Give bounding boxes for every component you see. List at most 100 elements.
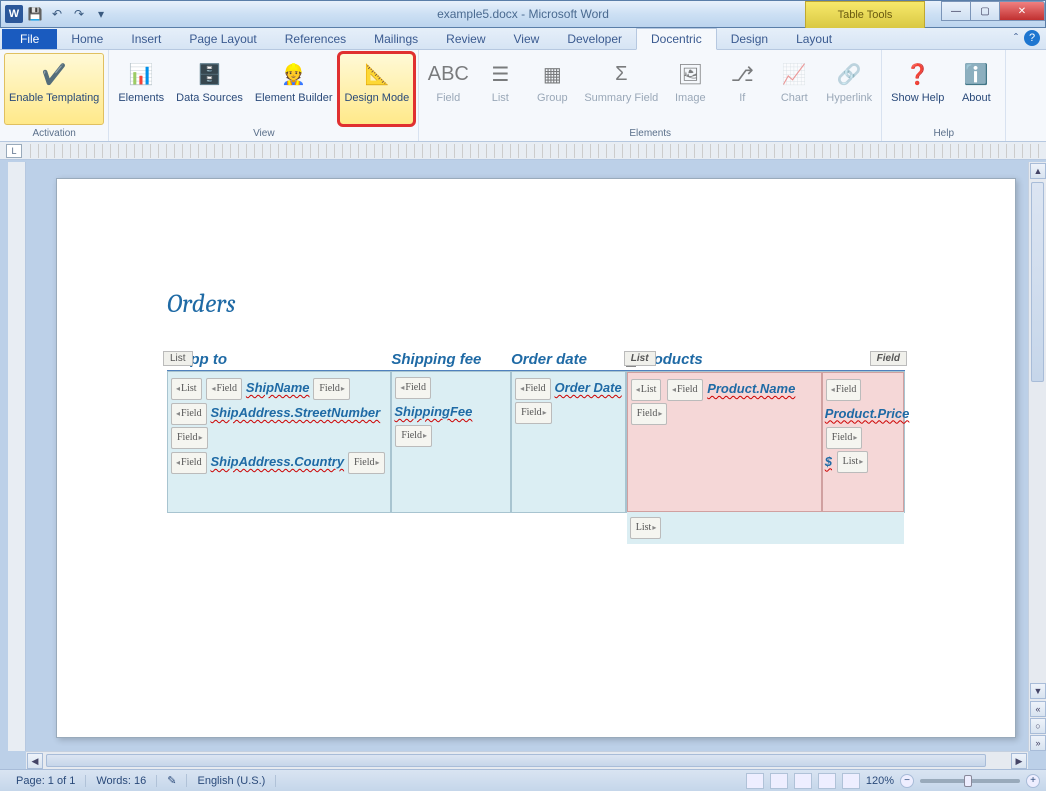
binding-street: ShipAddress.StreetNumber xyxy=(210,405,380,420)
view-weblayout-button[interactable] xyxy=(794,773,812,789)
field-start-tag-5[interactable]: Field xyxy=(515,378,551,400)
group-button[interactable]: ▦Group xyxy=(527,53,577,125)
tab-file[interactable]: File xyxy=(2,29,57,49)
tab-selector[interactable]: L xyxy=(6,144,22,158)
view-fullscreen-button[interactable] xyxy=(770,773,788,789)
status-page[interactable]: Page: 1 of 1 xyxy=(6,775,86,787)
field-end-tag-2[interactable]: Field xyxy=(171,427,208,449)
zoom-out-button[interactable]: − xyxy=(900,774,914,788)
field-button[interactable]: ABCField xyxy=(423,53,473,125)
show-help-button[interactable]: ❓Show Help xyxy=(886,53,949,125)
browse-object-button[interactable]: ○ xyxy=(1030,718,1046,734)
tab-docentric[interactable]: Docentric xyxy=(636,28,717,50)
list-tag-float-2[interactable]: List xyxy=(624,351,656,366)
tab-developer[interactable]: Developer xyxy=(553,29,636,49)
context-tab-tabletools: Table Tools xyxy=(805,1,925,29)
field-start-tag-4[interactable]: Field xyxy=(395,377,431,399)
cell-orderdate[interactable]: Field Order Date Field xyxy=(511,371,626,513)
cell-shippto[interactable]: List Field ShipName Field Field ShipAddr… xyxy=(167,371,391,513)
prev-page-button[interactable]: « xyxy=(1030,701,1046,717)
scroll-left-button[interactable]: ◀ xyxy=(27,753,43,769)
status-proofing[interactable]: ✎ xyxy=(157,774,187,787)
tab-home[interactable]: Home xyxy=(57,29,117,49)
list-tag-float[interactable]: List xyxy=(163,351,193,366)
qat-dropdown[interactable]: ▾ xyxy=(91,4,111,24)
tab-insert[interactable]: Insert xyxy=(117,29,175,49)
element-builder-button[interactable]: 👷Element Builder xyxy=(250,53,338,125)
cell-products[interactable]: List Field Product.Name Field Field Prod… xyxy=(626,371,905,513)
view-draft-button[interactable] xyxy=(842,773,860,789)
field-end-tag-4[interactable]: Field xyxy=(395,425,432,447)
maximize-button[interactable]: ▢ xyxy=(970,1,1000,21)
tab-design[interactable]: Design xyxy=(717,29,782,49)
vertical-ruler[interactable] xyxy=(8,162,26,751)
enable-templating-button[interactable]: ✔️ Enable Templating xyxy=(4,53,104,125)
horizontal-scrollbar[interactable]: ◀ ▶ xyxy=(26,751,1028,769)
tab-references[interactable]: References xyxy=(271,29,360,49)
elements-button[interactable]: 📊Elements xyxy=(113,53,169,125)
list-end-tag-3[interactable]: List xyxy=(630,517,662,539)
hyperlink-button[interactable]: 🔗Hyperlink xyxy=(821,53,877,125)
hscroll-thumb[interactable] xyxy=(46,754,986,767)
tab-mailings[interactable]: Mailings xyxy=(360,29,432,49)
zoom-knob[interactable] xyxy=(964,775,972,787)
design-mode-button[interactable]: 📐Design Mode xyxy=(339,53,414,125)
summary-field-button[interactable]: ΣSummary Field xyxy=(579,53,663,125)
field-end-tag[interactable]: Field xyxy=(313,378,350,400)
field-start-tag-2[interactable]: Field xyxy=(171,403,207,425)
minimize-ribbon-icon[interactable]: ˆ xyxy=(1014,31,1018,45)
help-icon[interactable]: ? xyxy=(1024,30,1040,46)
field-end-tag-7[interactable]: Field xyxy=(826,427,863,449)
binding-shipfee: ShippingFee xyxy=(394,404,472,419)
scroll-up-button[interactable]: ▲ xyxy=(1030,163,1046,179)
design-mode-label: Design Mode xyxy=(344,92,409,104)
vertical-scrollbar[interactable]: ▲ ▼ « ○ » xyxy=(1028,162,1046,751)
field-tag-float[interactable]: Field xyxy=(870,351,907,366)
list-start-tag[interactable]: List xyxy=(171,378,202,400)
scroll-down-button[interactable]: ▼ xyxy=(1030,683,1046,699)
datasources-button[interactable]: 🗄️Data Sources xyxy=(171,53,248,125)
zoom-slider[interactable] xyxy=(920,779,1020,783)
redo-button[interactable]: ↷ xyxy=(69,4,89,24)
field-start-tag[interactable]: Field xyxy=(206,378,242,400)
inner-cell-productprice[interactable]: Field Product.Price Field $ List xyxy=(822,372,904,512)
field-start-tag-6[interactable]: Field xyxy=(667,379,703,401)
tab-view[interactable]: View xyxy=(500,29,554,49)
chart-button[interactable]: 📈Chart xyxy=(769,53,819,125)
next-page-button[interactable]: » xyxy=(1030,735,1046,751)
field-start-tag-7[interactable]: Field xyxy=(826,379,862,401)
save-button[interactable]: 💾 xyxy=(25,4,45,24)
inner-cell-productname[interactable]: List Field Product.Name Field xyxy=(627,372,822,512)
list-button[interactable]: ☰List xyxy=(475,53,525,125)
view-printlayout-button[interactable] xyxy=(746,773,764,789)
vscroll-thumb[interactable] xyxy=(1031,182,1044,382)
field-end-tag-5[interactable]: Field xyxy=(515,402,552,424)
close-button[interactable]: ✕ xyxy=(999,1,1045,21)
field-end-tag-3[interactable]: Field xyxy=(348,452,385,474)
zoom-in-button[interactable]: + xyxy=(1026,774,1040,788)
list-start-tag-2[interactable]: List xyxy=(631,379,662,401)
list-end-tag-2[interactable]: List xyxy=(837,451,869,473)
cell-shippingfee[interactable]: Field ShippingFee Field xyxy=(391,371,511,513)
if-button[interactable]: ⎇If xyxy=(717,53,767,125)
zoom-level[interactable]: 120% xyxy=(866,775,894,787)
scroll-right-button[interactable]: ▶ xyxy=(1011,753,1027,769)
view-outline-button[interactable] xyxy=(818,773,836,789)
status-language[interactable]: English (U.S.) xyxy=(187,775,276,787)
about-button[interactable]: ℹ️About xyxy=(951,53,1001,125)
minimize-button[interactable]: — xyxy=(941,1,971,21)
builder-icon: 👷 xyxy=(278,58,310,90)
field-end-tag-6[interactable]: Field xyxy=(631,403,668,425)
status-words[interactable]: Words: 16 xyxy=(86,775,157,787)
field-start-tag-3[interactable]: Field xyxy=(171,452,207,474)
tab-review[interactable]: Review xyxy=(432,29,499,49)
binding-prodprice: Product.Price xyxy=(825,406,910,421)
binding-country: ShipAddress.Country xyxy=(210,454,344,469)
undo-button[interactable]: ↶ xyxy=(47,4,67,24)
page[interactable]: Orders List Shipp to Shipping fee Order … xyxy=(56,178,1016,738)
tab-layout[interactable]: Layout xyxy=(782,29,846,49)
image-button[interactable]: 🖼Image xyxy=(665,53,715,125)
tab-pagelayout[interactable]: Page Layout xyxy=(175,29,270,49)
word-icon: W xyxy=(5,5,23,23)
horizontal-ruler[interactable]: L xyxy=(0,142,1046,160)
